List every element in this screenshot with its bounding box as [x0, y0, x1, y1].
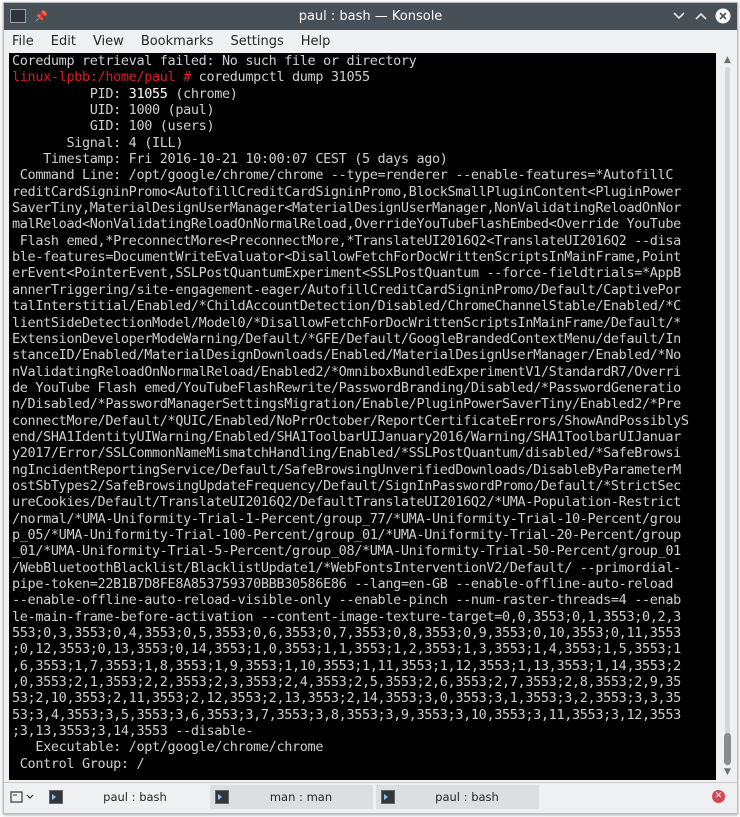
terminal-lines: UID: 1000 (paul) GID: 100 (users) Signal… [9, 102, 716, 772]
terminal-line: stanceID/Enabled/MaterialDesignDownloads… [12, 347, 681, 364]
new-tab-menu-button[interactable] [10, 788, 36, 806]
shell-prompt: linux-lpbb:/home/paul # [12, 69, 191, 86]
terminal-line: end/SHA1IdentityUIWarning/Enabled/SHA1To… [12, 428, 681, 445]
maximize-icon[interactable] [693, 8, 709, 24]
terminal-line: annerTriggering/site-engagement-eager/Au… [12, 281, 681, 298]
terminal-line: ;3,13,3553;3,14,3553 --disable- [12, 723, 254, 740]
terminal-line: Command Line: /opt/google/chrome/chrome … [12, 167, 674, 184]
menu-edit[interactable]: Edit [51, 34, 76, 49]
terminal-line: nValidatingReloadOnNormalReload/Enabled2… [12, 363, 681, 380]
terminal-prompt-line: linux-lpbb:/home/paul # coredumpctl dump… [9, 69, 716, 85]
scrollbar-thumb[interactable] [724, 733, 731, 765]
window-title: paul : bash — Konsole [298, 9, 443, 24]
terminal-line: UID: 1000 (paul) [12, 102, 215, 119]
terminal-line: pipe-token=22B1B7D8FE8A853759370BBB30586… [12, 576, 674, 592]
terminal-line: Signal: 4 (ILL) [12, 134, 184, 151]
terminal-line: ExtensionDeveloperModeWarning/Default/*G… [12, 330, 681, 347]
terminal-line: Timestamp: Fri 2016-10-21 10:00:07 CEST … [12, 151, 448, 168]
scrollbar-track[interactable] [725, 67, 730, 766]
tab-man-man[interactable]: man : man [210, 785, 373, 809]
terminal-line: ,0,3553;2,1,3553;2,2,3553;2,3,3553;2,4,3… [12, 674, 681, 691]
chevron-down-icon [26, 794, 34, 799]
terminal-line: ostSbTypes2/SafeBrowsingUpdateFrequency/… [12, 477, 681, 494]
terminal-icon [381, 790, 395, 804]
terminal-line: lientSideDetectionModel/Model0/*Disallow… [12, 314, 681, 331]
terminal-icon [215, 790, 229, 804]
terminal-line: Control Group: / [12, 755, 145, 772]
terminal-line: ngIncidentReportingService/Default/SafeB… [12, 461, 681, 478]
terminal-line: de YouTube Flash emed/YouTubeFlashRewrit… [12, 379, 681, 396]
pid-value: 31055 [128, 85, 168, 102]
menu-help[interactable]: Help [301, 34, 331, 49]
terminal-line: ;0,12,3553;0,13,3553;0,14,3553;1,0,3553;… [12, 641, 681, 658]
terminal-line: talInterstitial/Enabled/*ChildAccountDet… [12, 298, 681, 315]
vertical-scrollbar[interactable]: ▲ ▼ [720, 53, 735, 780]
menu-bar: File Edit View Bookmarks Settings Help [4, 30, 737, 52]
terminal-line: /WebBluetoothBlacklist/BlacklistUpdate1/… [12, 559, 681, 576]
terminal-line: ,6,3553;1,7,3553;1,8,3553;1,9,3553;1,10,… [12, 657, 681, 674]
close-icon[interactable] [715, 8, 731, 24]
scroll-down-icon[interactable]: ▼ [722, 767, 733, 778]
tab-paul-bash-1[interactable]: paul : bash [44, 785, 207, 809]
terminal-line: connectMore/Default/*QUIC/Enabled/NoPrrO… [12, 412, 689, 429]
terminal-line: ureCookies/Default/TranslateUI2016Q2/Def… [12, 494, 681, 511]
terminal-line: 553;0,3,3553;0,4,3553;0,5,3553;0,6,3553;… [12, 625, 681, 642]
menu-bookmarks[interactable]: Bookmarks [141, 34, 214, 49]
terminal-line: 53;3,4,3553;3,5,3553;3,6,3553;3,7,3553;3… [12, 706, 681, 723]
terminal-line: Coredump retrieval failed: No such file … [12, 53, 417, 69]
terminal-output[interactable]: Coredump retrieval failed: No such file … [9, 53, 716, 780]
menu-settings[interactable]: Settings [230, 34, 283, 49]
tab-paul-bash-2[interactable]: paul : bash [376, 785, 539, 809]
tab-bar: paul : bash man : man paul : bash ✕ [4, 782, 737, 811]
terminal-line: Flash emed,*PreconnectMore<PreconnectMor… [12, 232, 681, 249]
terminal-line: y2017/Error/SSLCommonNameMismatchHandlin… [12, 445, 681, 462]
terminal-line: Executable: /opt/google/chrome/chrome [12, 739, 324, 756]
terminal-line: le-main-frame-before-activation --conten… [12, 608, 681, 625]
terminal-line: n/Disabled/*PasswordManagerSettingsMigra… [12, 396, 681, 413]
menu-file[interactable]: File [12, 34, 34, 49]
terminal-line: GID: 100 (users) [12, 118, 215, 135]
scroll-up-icon[interactable]: ▲ [722, 55, 733, 66]
terminal-line: 53;2,10,3553;2,11,3553;2,12,3553;2,13,35… [12, 690, 681, 707]
terminal-line: malReload<NonValidatingReloadOnNormalRel… [12, 216, 681, 233]
command-text: coredumpctl dump 31055 [190, 69, 370, 86]
terminal-icon [49, 790, 63, 804]
terminal-line: p_05/*UMA-Uniformity-Trial-100-Percent/g… [12, 526, 681, 543]
title-bar[interactable]: 📌 paul : bash — Konsole [4, 3, 737, 30]
pid-label: PID: [12, 85, 129, 102]
tab-label: man : man [269, 790, 333, 804]
tab-label: paul : bash [435, 790, 499, 804]
menu-view[interactable]: View [93, 34, 124, 49]
konsole-window: 📌 paul : bash — Konsole File Edit View B… [3, 2, 738, 814]
terminal-line: --enable-offline-auto-reload-visible-onl… [12, 592, 681, 609]
terminal-line: ble-features=DocumentWriteEvaluator<Disa… [12, 249, 681, 266]
terminal-line: reditCardSigninPromo<AutofillCreditCardS… [12, 183, 681, 200]
terminal-line: _01/*UMA-Uniformity-Trial-5-Percent/grou… [12, 543, 681, 560]
pid-line: PID: 31055 (chrome) [9, 86, 716, 102]
tab-label: paul : bash [103, 790, 167, 804]
minimize-icon[interactable] [671, 8, 687, 24]
terminal-line: erEvent<PointerEvent,SSLPostQuantumExper… [12, 265, 681, 282]
terminal-line: SaverTiny,MaterialDesignUserManager<Mate… [12, 200, 681, 217]
close-tab-icon[interactable]: ✕ [712, 790, 725, 803]
new-tab-icon [10, 791, 23, 803]
terminal-line: /normal/*UMA-Uniformity-Trial-1-Percent/… [12, 510, 681, 527]
pid-rest: (chrome) [167, 85, 238, 102]
